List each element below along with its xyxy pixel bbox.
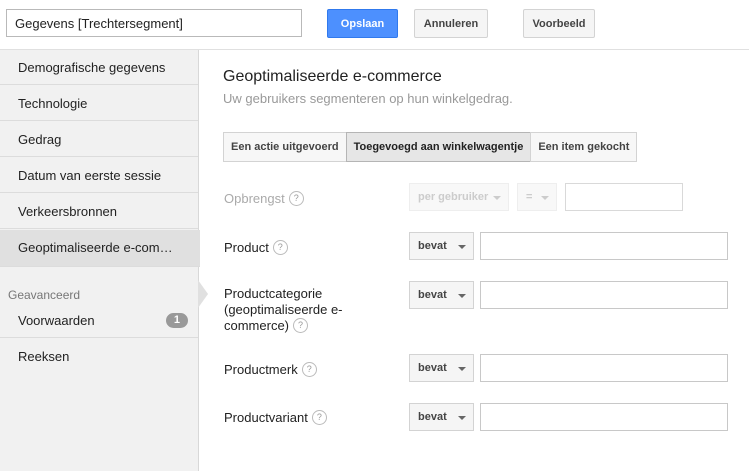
- count-badge: 1: [165, 313, 188, 328]
- chevron-down-icon: [458, 416, 466, 420]
- tab-item-purchased[interactable]: Een item gekocht: [530, 132, 638, 162]
- revenue-value-input[interactable]: [565, 183, 683, 211]
- revenue-operator-dropdown[interactable]: =: [517, 183, 557, 211]
- help-icon[interactable]: ?: [293, 318, 309, 334]
- tab-action-performed[interactable]: Een actie uitgevoerd: [223, 132, 347, 162]
- product-operator-dropdown[interactable]: bevat: [409, 232, 474, 260]
- chevron-down-icon: [493, 196, 501, 200]
- revenue-scope-value: per gebruiker: [418, 191, 489, 203]
- save-button[interactable]: Opslaan: [327, 9, 398, 38]
- sidebar-item-traffic-sources[interactable]: Verkeersbronnen: [0, 194, 198, 229]
- action-tabs: Een actie uitgevoerd Toegevoegd aan wink…: [223, 132, 638, 162]
- toolbar: Opslaan Annuleren Voorbeeld: [0, 0, 749, 50]
- product-value-input[interactable]: [480, 232, 728, 260]
- preview-button[interactable]: Voorbeeld: [523, 9, 595, 38]
- brand-operator-value: bevat: [418, 362, 447, 374]
- category-value-input[interactable]: [480, 281, 728, 309]
- cancel-button[interactable]: Annuleren: [414, 9, 488, 38]
- tab-added-to-cart[interactable]: Toegevoegd aan winkelwagentje: [345, 132, 532, 162]
- help-icon[interactable]: ?: [272, 240, 288, 256]
- brand-value-input[interactable]: [480, 354, 728, 382]
- main-panel: Geoptimaliseerde e-commerce Uw gebruiker…: [199, 50, 749, 471]
- page-subtitle: Uw gebruikers segmenteren op hun winkelg…: [223, 91, 513, 106]
- sidebar-item-first-session-date[interactable]: Datum van eerste sessie: [0, 158, 198, 193]
- brand-label-text: Productmerk: [224, 362, 298, 377]
- revenue-label: Opbrengst?: [224, 191, 304, 207]
- help-icon[interactable]: ?: [311, 410, 327, 426]
- sidebar-item-technology[interactable]: Technologie: [0, 86, 198, 121]
- category-label: Productcategorie (geoptimaliseerde e- co…: [224, 286, 343, 334]
- revenue-label-text: Opbrengst: [224, 191, 285, 206]
- sidebar-item-behavior[interactable]: Gedrag: [0, 122, 198, 157]
- variant-label-text: Productvariant: [224, 410, 308, 425]
- advanced-heading: Geavanceerd: [8, 288, 81, 302]
- category-label-line2: (geoptimaliseerde e-: [224, 302, 343, 317]
- brand-label: Productmerk?: [224, 362, 317, 378]
- category-operator-dropdown[interactable]: bevat: [409, 281, 474, 309]
- variant-value-input[interactable]: [480, 403, 728, 431]
- help-icon[interactable]: ?: [288, 191, 304, 207]
- sidebar-item-demographics[interactable]: Demografische gegevens: [0, 50, 198, 85]
- segment-name-input[interactable]: [6, 9, 302, 37]
- product-label: Product?: [224, 240, 288, 256]
- sidebar-item-conditions[interactable]: Voorwaarden 1: [0, 303, 198, 338]
- variant-operator-dropdown[interactable]: bevat: [409, 403, 474, 431]
- category-operator-value: bevat: [418, 289, 447, 301]
- product-label-text: Product: [224, 240, 269, 255]
- category-label-line1: Productcategorie: [224, 286, 323, 301]
- variant-label: Productvariant?: [224, 410, 327, 426]
- help-icon[interactable]: ?: [301, 362, 317, 378]
- chevron-down-icon: [541, 196, 549, 200]
- revenue-scope-dropdown[interactable]: per gebruiker: [409, 183, 509, 211]
- sidebar-item-enhanced-ecommerce[interactable]: Geoptimaliseerde e-com…: [0, 230, 200, 267]
- revenue-operator-value: =: [526, 191, 533, 203]
- product-operator-value: bevat: [418, 240, 447, 252]
- variant-operator-value: bevat: [418, 411, 447, 423]
- chevron-down-icon: [458, 245, 466, 249]
- page-title: Geoptimaliseerde e-commerce: [223, 68, 442, 85]
- sidebar: Demografische gegevens Technologie Gedra…: [0, 50, 208, 471]
- brand-operator-dropdown[interactable]: bevat: [409, 354, 474, 382]
- chevron-down-icon: [458, 367, 466, 371]
- sidebar-item-label: Voorwaarden: [18, 313, 95, 328]
- chevron-down-icon: [458, 294, 466, 298]
- sidebar-item-sequences[interactable]: Reeksen: [0, 339, 198, 374]
- category-label-line3: commerce): [224, 318, 290, 333]
